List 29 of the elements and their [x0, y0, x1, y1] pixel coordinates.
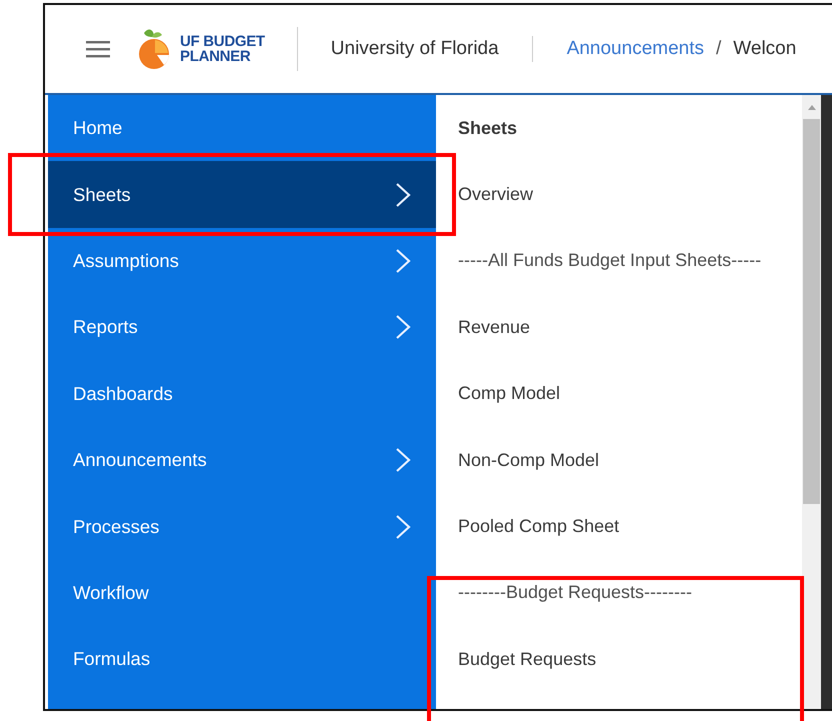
menu-item[interactable]: Formulas	[48, 626, 436, 693]
organization-name: University of Florida	[330, 38, 499, 60]
menu-item[interactable]: Home	[48, 95, 436, 162]
menu-item[interactable]: Dashboards	[48, 360, 436, 427]
fruit-logo-icon	[138, 27, 172, 71]
submenu-separator: --------Budget Requests--------	[458, 581, 693, 604]
menu-item[interactable]: Workflow	[48, 560, 436, 626]
menu-item[interactable]: Sheets	[48, 161, 436, 228]
logo-text: PLANNER	[180, 49, 252, 64]
submenu-item[interactable]: Overview	[458, 161, 802, 228]
menu-icon[interactable]	[86, 39, 110, 59]
menu-item[interactable]: Assumptions	[48, 228, 436, 294]
submenu-item[interactable]: Revenue	[458, 294, 802, 361]
logo-text: UF BUDGET	[180, 34, 265, 49]
breadcrumb-link[interactable]: Announcements	[566, 38, 704, 60]
breadcrumb-item: Welcon	[733, 38, 796, 60]
menu-item[interactable]: Reports	[48, 294, 436, 361]
submenu-title: Sheets	[458, 116, 518, 140]
scrollbar-thumb[interactable]	[803, 119, 820, 504]
submenu-separator: -----All Funds Budget Input Sheets-----	[458, 249, 762, 272]
submenu-item[interactable]: Pooled Comp Sheet	[458, 493, 802, 560]
menu-item[interactable]: Announcements	[48, 426, 436, 494]
breadcrumb-separator: /	[716, 38, 722, 60]
submenu-item[interactable]: Budget Requests	[458, 626, 802, 693]
submenu-item[interactable]: Comp Model	[458, 360, 802, 427]
scroll-up-icon[interactable]	[806, 103, 818, 111]
menu-item[interactable]: Processes	[48, 493, 436, 560]
scrollbar[interactable]	[802, 95, 821, 709]
submenu-item[interactable]: Non-Comp Model	[458, 426, 802, 494]
